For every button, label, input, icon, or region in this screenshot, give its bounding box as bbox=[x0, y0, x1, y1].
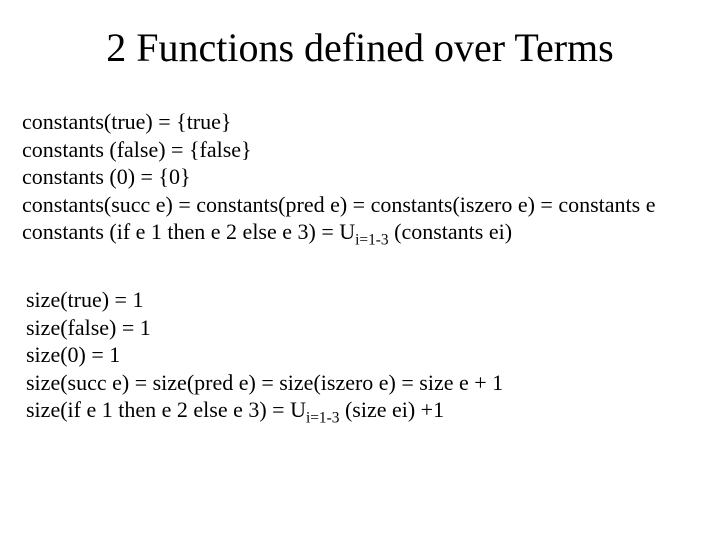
constants-line-5-pre: constants (if e 1 then e 2 else e 3) = U bbox=[22, 219, 355, 244]
constants-line-2: constants (false) = {false} bbox=[22, 136, 655, 164]
slide: 2 Functions defined over Terms constants… bbox=[0, 0, 720, 540]
size-line-1: size(true) = 1 bbox=[26, 286, 503, 314]
size-line-5: size(if e 1 then e 2 else e 3) = Ui=1-3 … bbox=[26, 396, 503, 424]
constants-line-3: constants (0) = {0} bbox=[22, 163, 655, 191]
slide-title: 2 Functions defined over Terms bbox=[0, 24, 720, 71]
size-line-5-pre: size(if e 1 then e 2 else e 3) = U bbox=[26, 397, 306, 422]
size-line-5-sub: i=1-3 bbox=[306, 409, 339, 426]
size-line-5-post: (size ei) +1 bbox=[339, 397, 444, 422]
size-line-3: size(0) = 1 bbox=[26, 341, 503, 369]
constants-line-5-post: (constants ei) bbox=[389, 219, 512, 244]
size-line-2: size(false) = 1 bbox=[26, 314, 503, 342]
constants-line-5: constants (if e 1 then e 2 else e 3) = U… bbox=[22, 218, 655, 246]
size-definition-block: size(true) = 1 size(false) = 1 size(0) =… bbox=[26, 286, 503, 424]
constants-line-5-sub: i=1-3 bbox=[355, 231, 388, 248]
constants-line-4: constants(succ e) = constants(pred e) = … bbox=[22, 191, 655, 219]
constants-line-1: constants(true) = {true} bbox=[22, 108, 655, 136]
size-line-4: size(succ e) = size(pred e) = size(iszer… bbox=[26, 369, 503, 397]
constants-definition-block: constants(true) = {true} constants (fals… bbox=[22, 108, 655, 246]
